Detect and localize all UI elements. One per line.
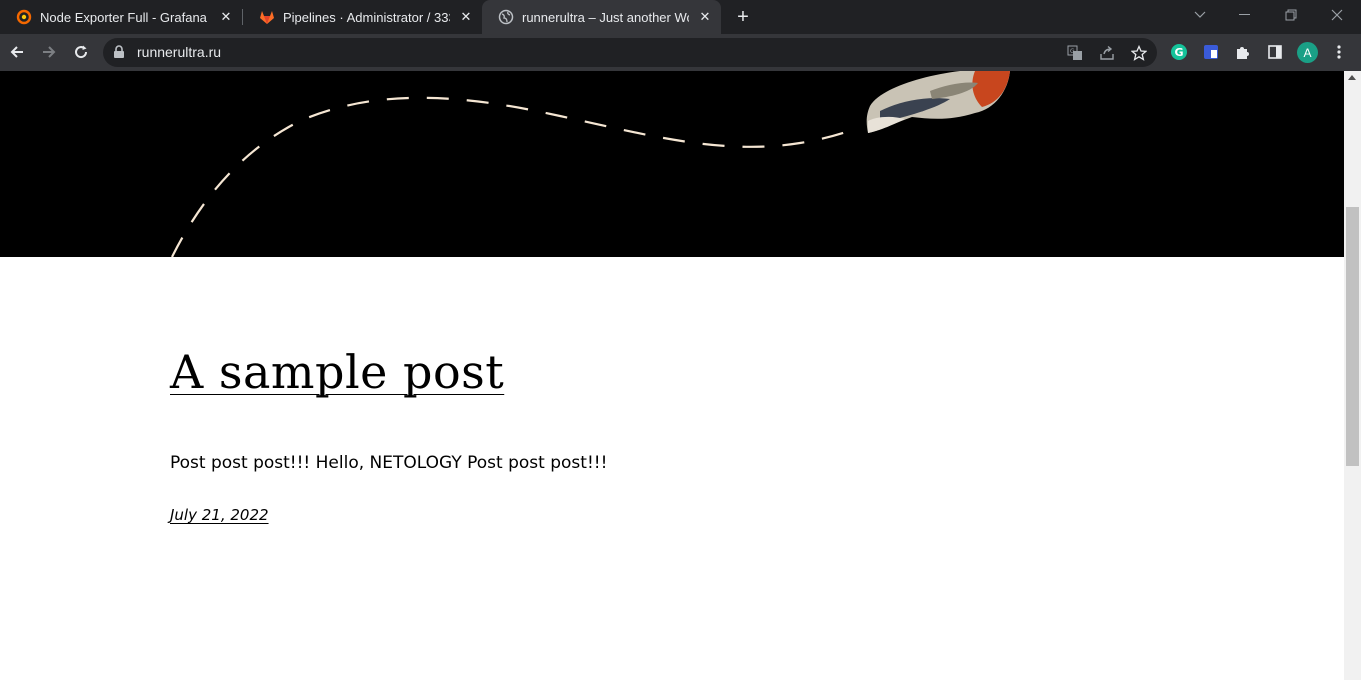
header-hero-image xyxy=(0,71,1344,257)
scrollbar-thumb[interactable] xyxy=(1346,207,1359,466)
menu-kebab-icon[interactable] xyxy=(1329,42,1349,62)
shield-extension-icon[interactable] xyxy=(1201,42,1221,62)
globe-icon xyxy=(498,9,514,25)
bird-illustration xyxy=(866,71,1010,133)
tab-title: Node Exporter Full - Grafana xyxy=(40,9,207,25)
extensions-puzzle-icon[interactable] xyxy=(1233,42,1253,62)
tab-grafana[interactable]: Node Exporter Full - Grafana ✕ xyxy=(0,0,242,34)
reload-button[interactable] xyxy=(67,38,95,66)
side-panel-icon[interactable] xyxy=(1265,42,1285,62)
tab-search-icon[interactable] xyxy=(1177,0,1223,30)
lock-icon[interactable] xyxy=(113,45,125,64)
new-tab-button[interactable]: + xyxy=(731,5,755,29)
tab-title: Pipelines · Administrator / 333 · G xyxy=(283,9,450,25)
translate-icon[interactable]: G xyxy=(1065,43,1085,63)
close-icon[interactable]: ✕ xyxy=(458,9,474,25)
profile-avatar[interactable]: A xyxy=(1297,42,1318,63)
flight-path-illustration xyxy=(171,71,1010,257)
forward-button[interactable] xyxy=(35,38,63,66)
address-bar[interactable]: runnerultra.ru G xyxy=(103,38,1157,67)
tab-runnerultra[interactable]: runnerultra – Just another WordP ✕ xyxy=(482,0,721,34)
url-text: runnerultra.ru xyxy=(137,44,222,60)
tab-gitlab[interactable]: Pipelines · Administrator / 333 · G ✕ xyxy=(243,0,482,34)
tab-strip: Node Exporter Full - Grafana ✕ Pipelines… xyxy=(0,0,1361,34)
minimize-icon[interactable] xyxy=(1222,0,1268,30)
page-scrollbar[interactable] xyxy=(1344,71,1361,680)
close-window-icon[interactable] xyxy=(1314,0,1360,30)
back-button[interactable] xyxy=(3,38,31,66)
gitlab-icon xyxy=(259,9,275,25)
tab-title: runnerultra – Just another WordP xyxy=(522,9,689,25)
svg-text:G: G xyxy=(1070,48,1075,55)
post-title-link[interactable]: A sample post xyxy=(170,345,504,399)
share-icon[interactable] xyxy=(1097,43,1117,63)
post-content: Post post post!!! Hello, NETOLOGY Post p… xyxy=(170,453,608,473)
close-icon[interactable]: ✕ xyxy=(218,9,234,25)
grafana-icon xyxy=(16,9,32,25)
post-date-link[interactable]: July 21, 2022 xyxy=(170,506,269,524)
scroll-up-arrow-icon[interactable] xyxy=(1348,75,1356,80)
restore-icon[interactable] xyxy=(1268,0,1314,30)
browser-toolbar: runnerultra.ru G G A xyxy=(0,34,1361,71)
grammarly-extension-icon[interactable]: G xyxy=(1169,42,1189,62)
svg-text:G: G xyxy=(1175,46,1184,59)
bookmark-star-icon[interactable] xyxy=(1129,43,1149,63)
close-icon[interactable]: ✕ xyxy=(697,9,713,25)
